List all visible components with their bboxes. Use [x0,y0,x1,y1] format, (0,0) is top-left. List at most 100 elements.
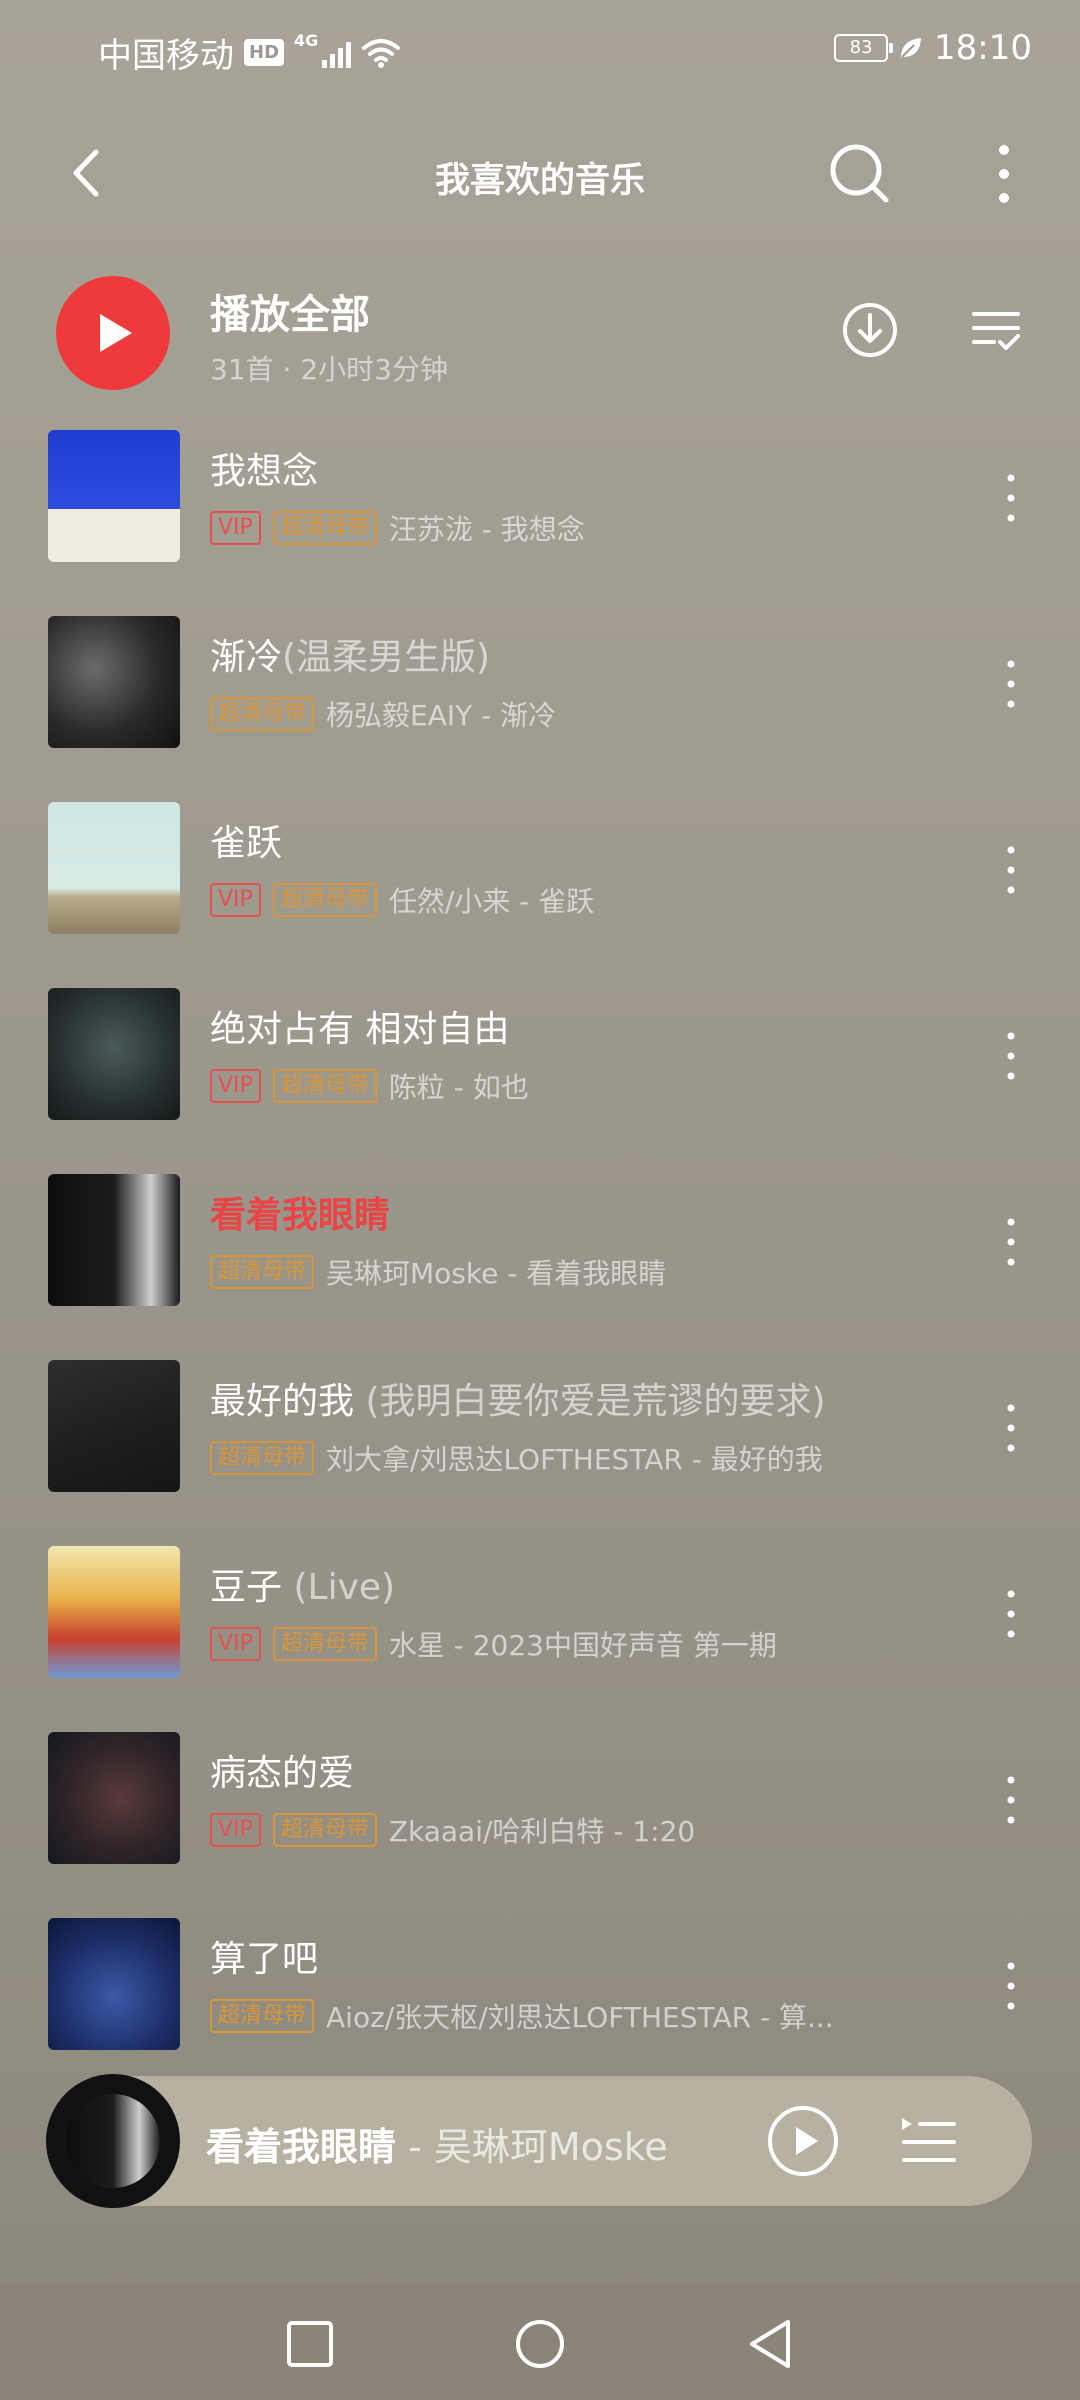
now-playing-title: 看着我眼睛 [206,2125,397,2169]
play-all-button[interactable] [56,276,170,390]
more-vertical-icon[interactable] [996,1958,1026,2014]
now-playing-disc[interactable] [46,2074,180,2208]
vip-badge: VIP [210,1627,261,1661]
album-cover[interactable] [48,616,180,748]
album-cover[interactable] [48,1918,180,2050]
quality-badge: 超清母带 [272,511,377,545]
vip-badge: VIP [210,883,261,917]
wifi-icon [362,38,401,68]
song-title: 绝对占有 相对自由 [210,1009,510,1050]
carrier-label: 中国移动 [98,36,234,76]
list-item[interactable]: 最好的我 (我明白要你爱是荒谬的要求) 超清母带 刘大拿/刘思达LOFTHEST… [0,1360,1080,1546]
play-all-label[interactable]: 播放全部 [210,282,370,340]
song-artist: 任然/小来 - 雀跃 [388,885,595,918]
album-cover[interactable] [48,1360,180,1492]
page-title: 我喜欢的音乐 [434,161,645,201]
song-title: 渐冷(温柔男生版) [210,637,491,678]
song-meta: VIP 超清母带 Zkaaai/哈利白特 - 1:20 [210,1810,695,1850]
album-cover[interactable] [48,988,180,1120]
song-title: 看着我眼睛 [210,1195,391,1236]
more-vertical-icon[interactable] [982,136,1026,212]
list-item[interactable]: 看着我眼睛 超清母带 吴琳珂Moske - 看着我眼睛 [0,1174,1080,1360]
album-cover[interactable] [48,802,180,934]
back-nav-icon[interactable] [744,2318,796,2370]
battery-icon: 83 [834,34,894,62]
song-meta: 超清母带 刘大拿/刘思达LOFTHESTAR - 最好的我 [210,1438,823,1478]
quality-badge: 超清母带 [210,1441,315,1475]
song-artist: 吴琳珂Moske - 看着我眼睛 [326,1257,667,1290]
more-vertical-icon[interactable] [996,1400,1026,1456]
vip-badge: VIP [210,1813,261,1847]
song-meta: VIP 超清母带 任然/小来 - 雀跃 [210,880,594,920]
quality-badge: 超清母带 [210,1999,315,2033]
play-all-row: 播放全部 31首 · 2小时3分钟 [0,270,1080,390]
system-nav-bar [0,2284,1080,2400]
more-vertical-icon[interactable] [996,1586,1026,1642]
song-meta: VIP 超清母带 水星 - 2023中国好声音 第一期 [210,1624,777,1664]
song-title: 最好的我 (我明白要你爱是荒谬的要求) [210,1381,826,1422]
more-vertical-icon[interactable] [996,1028,1026,1084]
song-title: 雀跃 [210,823,283,864]
network-type: 4G [294,31,319,50]
song-list: 我想念 VIP 超清母带 汪苏泷 - 我想念 渐冷(温柔男生版) 超清母带 杨弘… [0,430,1080,2104]
hd-badge: HD [244,39,285,66]
album-cover[interactable] [48,1546,180,1678]
song-title: 算了吧 [210,1939,319,1980]
song-meta: VIP 超清母带 汪苏泷 - 我想念 [210,508,585,548]
playlist-icon[interactable] [898,2112,958,2170]
song-title: 我想念 [210,451,319,492]
song-meta: 超清母带 吴琳珂Moske - 看着我眼睛 [210,1252,666,1292]
more-vertical-icon[interactable] [996,1772,1026,1828]
list-item[interactable]: 渐冷(温柔男生版) 超清母带 杨弘毅EAIY - 渐冷 [0,616,1080,802]
vip-badge: VIP [210,511,261,545]
more-vertical-icon[interactable] [996,842,1026,898]
search-icon[interactable] [822,136,898,212]
list-item[interactable]: 我想念 VIP 超清母带 汪苏泷 - 我想念 [0,430,1080,616]
quality-badge: 超清母带 [272,883,377,917]
song-meta: VIP 超清母带 陈粒 - 如也 [210,1066,529,1106]
quality-badge: 超清母带 [272,1627,377,1661]
recent-apps-icon[interactable] [284,2318,336,2370]
top-bar: 我喜欢的音乐 [0,120,1080,230]
list-item[interactable]: 绝对占有 相对自由 VIP 超清母带 陈粒 - 如也 [0,988,1080,1174]
home-icon[interactable] [514,2318,566,2370]
list-item[interactable]: 病态的爱 VIP 超清母带 Zkaaai/哈利白特 - 1:20 [0,1732,1080,1918]
song-artist: 杨弘毅EAIY - 渐冷 [326,699,557,732]
song-title: 豆子 (Live) [210,1567,396,1608]
download-icon[interactable] [840,300,900,360]
now-playing-cover [66,2094,160,2188]
song-artist: Aioz/张天枢/刘思达LOFTHESTAR - 算... [326,2001,834,2034]
status-bar: 中国移动 HD 4G 83 18:10 [0,0,1080,100]
mini-player[interactable]: 看着我眼睛 - 吴琳珂Moske [46,2074,1032,2208]
list-item[interactable]: 雀跃 VIP 超清母带 任然/小来 - 雀跃 [0,802,1080,988]
more-vertical-icon[interactable] [996,656,1026,712]
status-right: 83 18:10 [834,28,1032,68]
quality-badge: 超清母带 [210,1255,315,1289]
play-all-meta: 31首 · 2小时3分钟 [210,353,448,386]
song-artist: 刘大拿/刘思达LOFTHESTAR - 最好的我 [326,1443,823,1476]
vip-badge: VIP [210,1069,261,1103]
play-circle-icon[interactable] [766,2104,840,2178]
album-cover[interactable] [48,1732,180,1864]
album-cover[interactable] [48,430,180,562]
song-meta: 超清母带 Aioz/张天枢/刘思达LOFTHESTAR - 算... [210,1996,834,2036]
list-item[interactable]: 豆子 (Live) VIP 超清母带 水星 - 2023中国好声音 第一期 [0,1546,1080,1732]
quality-badge: 超清母带 [272,1069,377,1103]
song-title: 病态的爱 [210,1753,355,1794]
quality-badge: 超清母带 [210,697,315,731]
album-cover[interactable] [48,1174,180,1306]
signal-icon [322,38,352,68]
status-left: 中国移动 HD 4G [98,28,401,77]
clock: 18:10 [934,28,1032,68]
song-artist: 陈粒 - 如也 [388,1071,529,1104]
multi-select-icon[interactable] [970,304,1022,356]
song-meta: 超清母带 杨弘毅EAIY - 渐冷 [210,694,556,734]
more-vertical-icon[interactable] [996,1214,1026,1270]
play-icon [100,314,132,352]
now-playing-text[interactable]: 看着我眼睛 - 吴琳珂Moske [206,2116,668,2171]
song-artist: 汪苏泷 - 我想念 [388,513,585,546]
quality-badge: 超清母带 [272,1813,377,1847]
more-vertical-icon[interactable] [996,470,1026,526]
song-artist: 水星 - 2023中国好声音 第一期 [388,1629,777,1662]
now-playing-artist: - 吴琳珂Moske [396,2125,668,2169]
